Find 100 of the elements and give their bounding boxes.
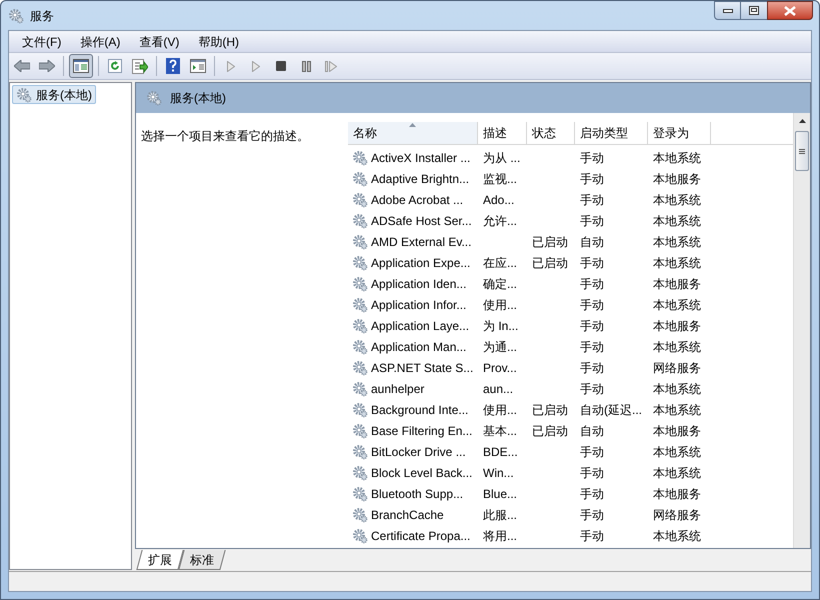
menu-item[interactable]: 帮助(H) bbox=[191, 32, 246, 50]
close-button[interactable] bbox=[767, 1, 813, 20]
gear-icon bbox=[352, 150, 368, 166]
app-gear-icon bbox=[8, 8, 24, 24]
table-cell-text: Block Level Back... bbox=[371, 464, 472, 482]
maximize-button[interactable] bbox=[741, 1, 767, 20]
table-cell-text: 本地系统 bbox=[653, 192, 701, 208]
tab[interactable]: 扩展 bbox=[136, 550, 184, 570]
table-cell-text: 手动 bbox=[580, 192, 604, 208]
gear-icon bbox=[352, 402, 368, 418]
table-cell-text: 将用... bbox=[483, 528, 518, 544]
tree-item[interactable]: 服务(本地) bbox=[12, 85, 96, 104]
column-header[interactable]: 启动类型 bbox=[575, 122, 648, 145]
table-cell-text: Blue... bbox=[483, 486, 518, 502]
menu-item[interactable]: 查看(V) bbox=[132, 32, 186, 50]
table-cell-text: 自动 bbox=[580, 234, 604, 250]
table-cell-text: 手动 bbox=[580, 318, 604, 334]
refresh-icon bbox=[108, 59, 122, 73]
play-icon bbox=[227, 60, 235, 72]
gear-icon bbox=[352, 318, 368, 334]
gear-icon bbox=[352, 276, 368, 292]
grip-icon bbox=[799, 148, 805, 154]
table-cell-text: 允许... bbox=[483, 212, 518, 230]
table-cell-text: BDE... bbox=[483, 444, 518, 460]
table-cell-text: 已启动 bbox=[532, 254, 568, 272]
menu-item[interactable]: 文件(F) bbox=[15, 32, 68, 50]
pane-title: 服务(本地) bbox=[170, 90, 226, 107]
export-list-icon bbox=[132, 58, 148, 74]
gear-icon bbox=[352, 360, 368, 376]
play-icon bbox=[252, 60, 260, 72]
gear-icon bbox=[352, 422, 368, 438]
table-cell-text: 此服... bbox=[483, 506, 518, 524]
table-cell-text: 网络服务 bbox=[653, 360, 701, 376]
scroll-thumb[interactable] bbox=[795, 131, 809, 171]
table-cell-text: BitLocker Drive ... bbox=[371, 444, 466, 460]
table-cell-text: 手动 bbox=[580, 464, 604, 482]
table-cell-text: 本地服务 bbox=[653, 170, 701, 188]
resume-icon bbox=[325, 60, 337, 72]
table-cell-text: Application Man... bbox=[371, 338, 466, 356]
table-cell-text: AMD External Ev... bbox=[371, 234, 472, 250]
table-cell-text: 自动 bbox=[580, 422, 604, 440]
column-header[interactable]: 名称 bbox=[348, 122, 478, 145]
table-cell-text: 使用... bbox=[483, 402, 518, 418]
gear-icon bbox=[352, 192, 368, 208]
console-tree-button[interactable] bbox=[69, 54, 93, 78]
table-cell-text: 为 In... bbox=[483, 318, 518, 334]
column-header[interactable]: 状态 bbox=[527, 122, 575, 145]
table-cell-text: 手动 bbox=[580, 212, 604, 230]
table-cell-text: Base Filtering En... bbox=[371, 422, 472, 440]
table-cell-text: 已启动 bbox=[532, 402, 568, 418]
gear-icon bbox=[16, 86, 32, 102]
table-cell-text: Adaptive Brightn... bbox=[371, 170, 470, 188]
table-cell-text: Application Laye... bbox=[371, 318, 470, 334]
table-cell-text: 本地系统 bbox=[653, 338, 701, 356]
table-cell-text: 手动 bbox=[580, 170, 604, 188]
table-cell-text: aun... bbox=[483, 380, 514, 398]
table-cell-text: 本地系统 bbox=[653, 150, 701, 166]
table-cell-text: 本地服务 bbox=[653, 276, 701, 292]
table-cell-text: ActiveX Installer ... bbox=[371, 150, 470, 166]
table-cell-text: 手动 bbox=[580, 338, 604, 356]
tab[interactable]: 标准 bbox=[178, 550, 226, 570]
gear-icon bbox=[352, 528, 368, 544]
table-cell-text: 本地服务 bbox=[653, 422, 701, 440]
table-cell-text: 监视... bbox=[483, 170, 518, 188]
table-cell-text: 自动(延迟... bbox=[580, 402, 642, 418]
menu-item[interactable]: 操作(A) bbox=[73, 32, 128, 50]
table-cell-text: 基本... bbox=[483, 422, 518, 440]
gear-icon bbox=[352, 464, 368, 480]
window-panes-icon bbox=[73, 59, 89, 73]
gear-icon bbox=[352, 296, 368, 312]
close-icon bbox=[784, 6, 796, 16]
gear-icon bbox=[352, 486, 368, 502]
table-cell-text: 手动 bbox=[580, 506, 604, 524]
gear-icon bbox=[146, 90, 162, 106]
gear-icon bbox=[352, 506, 368, 522]
table-cell-text: 本地系统 bbox=[653, 402, 701, 418]
table-cell-text: BranchCache bbox=[371, 506, 444, 524]
table-cell-text: Prov... bbox=[483, 360, 517, 376]
table-cell-text: 本地系统 bbox=[653, 254, 701, 272]
table-cell-text: 已启动 bbox=[532, 234, 568, 250]
table-cell-text: 网络服务 bbox=[653, 506, 701, 524]
table-cell-text: aunhelper bbox=[371, 380, 424, 398]
gear-icon bbox=[352, 170, 368, 186]
column-header[interactable]: 描述 bbox=[478, 122, 527, 145]
scroll-up-icon[interactable] bbox=[798, 119, 806, 123]
column-header[interactable]: 登录为 bbox=[648, 122, 711, 145]
table-cell-text: Application Iden... bbox=[371, 276, 466, 292]
minimize-button[interactable] bbox=[714, 1, 741, 20]
table-cell-text: 手动 bbox=[580, 444, 604, 460]
table-cell-text: 使用... bbox=[483, 296, 518, 314]
back-arrow-icon bbox=[14, 60, 30, 72]
table-cell-text: Adobe Acrobat ... bbox=[371, 192, 464, 208]
table-cell-text: 手动 bbox=[580, 380, 604, 398]
help-icon bbox=[166, 58, 180, 74]
table-cell-text: 手动 bbox=[580, 276, 604, 292]
table-cell-text: 手动 bbox=[580, 486, 604, 502]
window-panes-icon bbox=[190, 59, 206, 73]
table-cell-text: 本地系统 bbox=[653, 528, 701, 544]
table-cell-text: 确定... bbox=[483, 276, 518, 292]
table-cell-text: 本地服务 bbox=[653, 318, 701, 334]
